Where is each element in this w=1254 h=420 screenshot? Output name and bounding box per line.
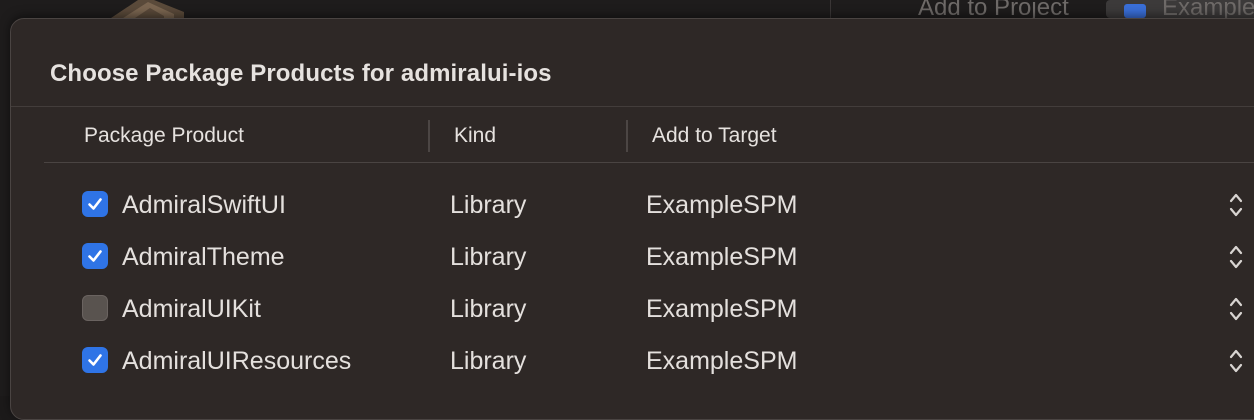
target-app-icon — [1124, 4, 1146, 18]
checkmark-icon — [88, 250, 102, 262]
target-popup[interactable]: ExampleSPM — [646, 295, 797, 323]
chevron-up-down-icon[interactable] — [1226, 346, 1246, 376]
product-name: AdmiralSwiftUI — [122, 191, 286, 219]
include-checkbox[interactable] — [82, 295, 108, 321]
column-header-package-product[interactable]: Package Product — [84, 124, 244, 148]
package-logo-icon — [104, 0, 188, 20]
title-divider — [11, 106, 1254, 107]
table-row[interactable]: AdmiralSwiftUI Library ExampleSPM — [0, 180, 1254, 232]
include-checkbox[interactable] — [82, 191, 108, 217]
table-row[interactable]: AdmiralUIResources Library ExampleSPM — [0, 336, 1254, 388]
column-separator[interactable] — [626, 120, 628, 152]
chevron-up-down-icon[interactable] — [1226, 242, 1246, 272]
product-name: AdmiralTheme — [122, 243, 285, 271]
product-name: AdmiralUIKit — [122, 295, 261, 323]
sheet-title: Choose Package Products for admiralui-io… — [50, 60, 552, 87]
checkmark-icon — [88, 354, 102, 366]
target-popup[interactable]: ExampleSPM — [646, 191, 797, 219]
background-divider — [830, 0, 831, 20]
chevron-up-down-icon[interactable] — [1226, 190, 1246, 220]
table-row[interactable]: AdmiralUIKit Library ExampleSPM — [0, 284, 1254, 336]
include-checkbox[interactable] — [82, 347, 108, 373]
table-row[interactable]: AdmiralTheme Library ExampleSPM — [0, 232, 1254, 284]
chevron-up-down-icon[interactable] — [1226, 294, 1246, 324]
product-kind: Library — [450, 347, 527, 375]
product-name: AdmiralUIResources — [122, 347, 352, 375]
product-kind: Library — [450, 295, 527, 323]
product-kind: Library — [450, 191, 527, 219]
checkmark-icon — [88, 198, 102, 210]
target-popup[interactable]: ExampleSPM — [646, 347, 797, 375]
target-popup[interactable]: ExampleSPM — [646, 243, 797, 271]
header-divider — [44, 162, 1254, 163]
column-header-kind[interactable]: Kind — [454, 124, 496, 148]
column-separator[interactable] — [428, 120, 430, 152]
product-kind: Library — [450, 243, 527, 271]
column-header-add-to-target[interactable]: Add to Target — [652, 124, 777, 148]
include-checkbox[interactable] — [82, 243, 108, 269]
